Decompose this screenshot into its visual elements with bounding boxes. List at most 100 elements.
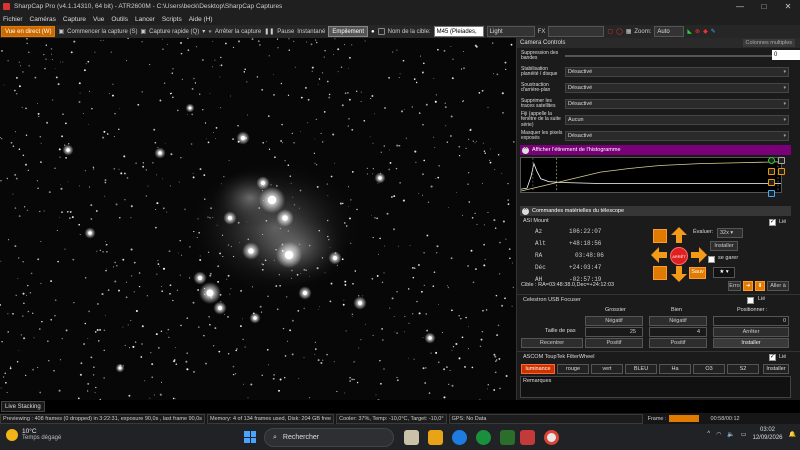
zoom-select[interactable]: Auto bbox=[654, 26, 685, 37]
stop-button[interactable]: ARRÊT bbox=[670, 247, 688, 265]
menu-capture[interactable]: Capture bbox=[63, 16, 86, 23]
app-green-icon[interactable] bbox=[476, 430, 491, 445]
dropdown-chevron-icon[interactable]: ▾ bbox=[202, 28, 205, 35]
menu-fichier[interactable]: Fichier bbox=[3, 16, 23, 23]
filterwheel-linked-checkbox[interactable] bbox=[769, 353, 776, 361]
satellite-select[interactable]: Désactivé ▾ bbox=[565, 99, 789, 109]
focuser-stop-button[interactable]: Arrêter bbox=[713, 327, 789, 337]
chevron-up-icon[interactable]: ^ bbox=[707, 431, 710, 437]
menu-scripts[interactable]: Scripts bbox=[162, 16, 182, 23]
clock[interactable]: 03:02 12/09/2026 bbox=[752, 426, 782, 442]
target-cross-icon[interactable]: ⊗ bbox=[695, 28, 700, 35]
image-viewport[interactable] bbox=[0, 38, 516, 400]
menu-lancer[interactable]: Lancer bbox=[135, 16, 155, 23]
chrome-icon[interactable] bbox=[544, 430, 559, 445]
save-position-button[interactable]: Sauv bbox=[689, 267, 706, 279]
coarse-negative-button[interactable]: Négatif bbox=[585, 316, 643, 326]
notification-icon[interactable]: 🔔 bbox=[789, 431, 796, 438]
mount-install-button[interactable]: Installer bbox=[710, 241, 738, 251]
red-square-icon[interactable]: ▢ bbox=[607, 28, 613, 35]
arrow-right-icon[interactable]: ➜ bbox=[743, 281, 753, 291]
target-select[interactable]: M45 (Pleiades, bbox=[433, 26, 484, 37]
stacking-button[interactable]: Empilement bbox=[328, 26, 368, 37]
arrow-up-button[interactable] bbox=[671, 227, 687, 243]
lightning-icon[interactable] bbox=[768, 168, 775, 175]
evaluate-select[interactable]: 32x ▾ bbox=[717, 228, 743, 238]
maximize-button[interactable]: □ bbox=[752, 0, 776, 13]
filter-bleu-button[interactable]: BLEU bbox=[625, 364, 657, 374]
fine-negative-button[interactable]: Négatif bbox=[649, 316, 707, 326]
edge-icon[interactable] bbox=[452, 430, 467, 445]
banding-slider[interactable] bbox=[565, 55, 785, 57]
arrow-right-button[interactable] bbox=[691, 247, 707, 263]
position-field[interactable]: 0 bbox=[713, 316, 789, 326]
focuser-install-button[interactable]: Installer bbox=[713, 338, 789, 348]
filterwheel-install-button[interactable]: Installer bbox=[763, 364, 789, 374]
start-capture-button[interactable]: Commencer la capture (S) bbox=[67, 29, 137, 35]
fine-step-input[interactable]: 4 bbox=[649, 327, 707, 337]
speaker-icon[interactable]: 🔈 bbox=[727, 431, 734, 438]
recenter-button[interactable]: Recentrer bbox=[521, 338, 583, 348]
mount-linked-checkbox[interactable] bbox=[769, 218, 776, 226]
fiji-select[interactable]: Aucun ▾ bbox=[565, 115, 789, 125]
reset-icon[interactable] bbox=[768, 179, 775, 186]
collapse-icon[interactable]: ^ bbox=[522, 207, 529, 215]
live-stacking-tab[interactable]: Live Stacking bbox=[1, 400, 45, 412]
filter-rouge-button[interactable]: rouge bbox=[557, 364, 589, 374]
app-chart-icon[interactable] bbox=[500, 430, 515, 445]
star-select[interactable]: ★ ▾ bbox=[713, 267, 735, 278]
park-checkbox[interactable] bbox=[708, 256, 715, 263]
filter-s2-button[interactable]: S2 bbox=[727, 364, 759, 374]
goto-button[interactable]: Aller à bbox=[767, 281, 789, 291]
colors-icon[interactable]: ◆ bbox=[703, 28, 708, 35]
coarse-positive-button[interactable]: Positif bbox=[585, 338, 643, 348]
close-button[interactable]: ✕ bbox=[776, 0, 800, 13]
histogram-icon[interactable]: ◣ bbox=[687, 28, 692, 35]
battery-icon[interactable]: ▭ bbox=[741, 431, 747, 438]
mount-section-header[interactable]: ^ Commandes matérielles du télescope bbox=[520, 206, 791, 216]
wifi-icon[interactable]: ◠ bbox=[716, 431, 721, 438]
stabilisation-select[interactable]: Désactivé ▾ bbox=[565, 67, 789, 77]
weather-widget[interactable]: 10°C Temps dégagé bbox=[6, 428, 61, 441]
filter-vert-button[interactable]: vert bbox=[591, 364, 623, 374]
sharpcap-icon[interactable] bbox=[520, 430, 535, 445]
pause-button[interactable]: Pause bbox=[277, 29, 294, 35]
arrow-down-button[interactable] bbox=[671, 266, 687, 282]
red-circle-icon[interactable]: ◯ bbox=[616, 28, 623, 35]
histogram-chart[interactable] bbox=[520, 157, 782, 193]
fx-select[interactable] bbox=[548, 26, 605, 37]
focuser-linked-checkbox[interactable] bbox=[747, 297, 754, 304]
banding-value[interactable]: 0 bbox=[772, 50, 800, 60]
filter-luminance-button[interactable]: luminance bbox=[521, 364, 555, 374]
coarse-step-input[interactable]: 25 bbox=[585, 327, 643, 337]
histogram-section-header[interactable]: ^ Afficher l'étirement de l'histogramme bbox=[520, 145, 791, 155]
file-explorer-icon[interactable] bbox=[428, 430, 443, 445]
stop-capture-button[interactable]: Arrêter la capture bbox=[215, 29, 261, 35]
multi-columns-toggle[interactable]: Colonnes multiples bbox=[742, 39, 795, 47]
task-view-icon[interactable] bbox=[404, 430, 419, 445]
background-select[interactable]: Désactivé ▾ bbox=[565, 83, 789, 93]
brush-icon[interactable]: ✎ bbox=[711, 28, 716, 35]
fine-positive-button[interactable]: Positif bbox=[649, 338, 707, 348]
filter-o3-button[interactable]: O3 bbox=[693, 364, 725, 374]
menu-outils[interactable]: Outils bbox=[111, 16, 128, 23]
align-icon[interactable] bbox=[653, 229, 667, 243]
menu-aide[interactable]: Aide (H) bbox=[189, 16, 213, 23]
crosshair-icon[interactable] bbox=[653, 266, 667, 280]
snapshot-button[interactable]: Instantané bbox=[297, 29, 325, 35]
arrow-down-icon[interactable]: ⬇ bbox=[755, 281, 765, 291]
remarks-box[interactable]: Remarques bbox=[520, 376, 791, 398]
live-view-button[interactable]: Vue en direct (W) bbox=[1, 26, 56, 37]
settings-icon[interactable] bbox=[778, 168, 785, 175]
contrast-icon[interactable] bbox=[778, 157, 785, 164]
info-icon[interactable] bbox=[768, 157, 775, 164]
quick-capture-button[interactable]: Capture rapide (Q) bbox=[149, 29, 199, 35]
error-button[interactable]: Erro bbox=[728, 281, 741, 291]
filter-ha-button[interactable]: Ha bbox=[659, 364, 691, 374]
collapse-icon[interactable]: ^ bbox=[522, 146, 529, 154]
mask-select[interactable]: Désactivé ▾ bbox=[565, 131, 789, 141]
taskbar-search[interactable]: ⌕ Rechercher bbox=[264, 428, 394, 447]
arrow-left-button[interactable] bbox=[651, 247, 667, 263]
save-icon[interactable] bbox=[768, 190, 775, 197]
minimize-button[interactable]: — bbox=[728, 0, 752, 13]
